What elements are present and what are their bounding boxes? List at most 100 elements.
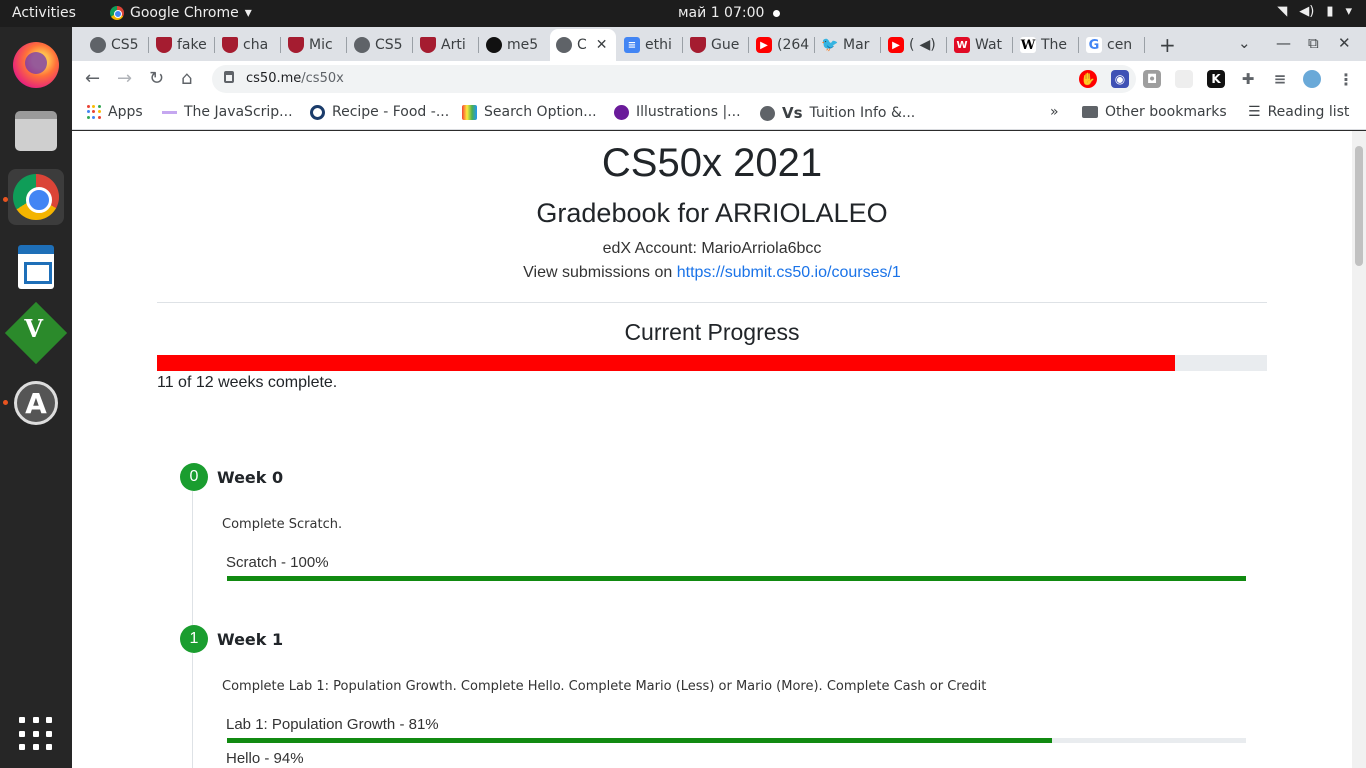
tab[interactable]: fake xyxy=(150,32,212,58)
back-button[interactable]: ← xyxy=(85,68,100,89)
close-window-button[interactable]: ✕ xyxy=(1338,34,1351,52)
bookmark-item[interactable]: Search Option... xyxy=(462,104,597,120)
item-label: Lab 1: Population Growth - 81% xyxy=(226,716,439,733)
reload-button[interactable]: ↻ xyxy=(149,68,164,89)
overall-progress-fill xyxy=(157,355,1175,371)
tab[interactable]: ≡ ethi xyxy=(618,32,680,58)
timeline-line xyxy=(192,653,193,768)
maximize-button[interactable]: ⧉ xyxy=(1308,34,1319,52)
tab[interactable]: Arti xyxy=(414,32,476,58)
youtube-icon: ▶ xyxy=(888,37,904,53)
javascript-icon xyxy=(162,104,177,120)
bookmark-item[interactable]: Vs Tuition Info &... xyxy=(760,104,915,122)
bookmark-item[interactable]: Recipe - Food -... xyxy=(310,104,449,120)
adblock-extension-icon[interactable]: ✋ xyxy=(1079,70,1097,88)
dock-writer[interactable] xyxy=(8,239,64,295)
illustrations-icon xyxy=(614,104,629,120)
harvard-shield-icon xyxy=(222,37,238,53)
progress-heading: Current Progress xyxy=(624,319,800,345)
tab[interactable]: CS5 xyxy=(348,32,410,58)
harvard-shield-icon xyxy=(288,37,304,53)
course-title: CS50x 2021 xyxy=(601,141,823,185)
dock-software-updater[interactable]: A xyxy=(8,375,64,431)
other-bookmarks-folder[interactable]: Other bookmarks xyxy=(1082,104,1227,120)
reading-list-button[interactable]: ☰ Reading list xyxy=(1248,104,1349,120)
scrollbar-thumb[interactable] xyxy=(1355,146,1363,266)
new-tab-button[interactable]: + xyxy=(1159,33,1176,57)
tab[interactable]: cha xyxy=(216,32,278,58)
page-content: CS50x 2021 Gradebook for ARRIOLALEO edX … xyxy=(72,131,1352,768)
week-badge: 1 xyxy=(180,625,208,653)
youtube-icon: ▶ xyxy=(756,37,772,53)
tab[interactable]: CS5 xyxy=(84,32,146,58)
globe-icon xyxy=(354,37,370,53)
tab[interactable]: W Wat xyxy=(948,32,1010,58)
apps-grid-icon xyxy=(87,105,101,119)
harvard-shield-icon xyxy=(156,37,172,53)
address-bar[interactable]: cs50.me/cs50x ☆ xyxy=(212,65,1136,93)
media-control-icon[interactable]: ≡ xyxy=(1271,70,1289,88)
url-text[interactable]: cs50.me/cs50x xyxy=(246,71,344,86)
wikipedia-icon: W xyxy=(1020,37,1036,53)
activities-button[interactable]: Activities xyxy=(12,5,76,21)
week-description: Complete Lab 1: Population Growth. Compl… xyxy=(222,679,987,694)
tab[interactable]: Gue xyxy=(684,32,746,58)
system-tray[interactable]: ◥ ◀) ▮ ▾ xyxy=(1277,4,1352,19)
home-button[interactable]: ⌂ xyxy=(181,68,192,89)
item-progress-fill xyxy=(227,738,1053,743)
bookmark-item[interactable]: The JavaScrip... xyxy=(162,104,293,120)
tab[interactable]: Mic xyxy=(282,32,344,58)
k-extension-icon[interactable]: K xyxy=(1207,70,1225,88)
dock: V A xyxy=(0,27,72,768)
github-icon xyxy=(486,37,502,53)
minimize-button[interactable]: — xyxy=(1276,34,1291,52)
recipe-icon xyxy=(310,104,325,120)
bookmarks-bar: Apps The JavaScrip... Recipe - Food -...… xyxy=(72,97,1366,130)
tab[interactable]: me5 xyxy=(480,32,548,58)
submissions-link[interactable]: https://submit.cs50.io/courses/1 xyxy=(677,264,901,281)
close-tab-icon[interactable]: ✕ xyxy=(596,37,608,53)
chevron-down-icon: ▾ xyxy=(244,5,252,21)
vs-icon: Vs xyxy=(782,104,803,122)
app-menu[interactable]: Google Chrome ▾ xyxy=(110,5,252,21)
bookmark-item[interactable]: Illustrations |... xyxy=(614,104,741,120)
chrome-icon xyxy=(13,174,59,220)
speaker-icon: ◀) xyxy=(919,37,936,53)
tab-active[interactable]: C ✕ xyxy=(550,29,616,61)
item-progress-bar xyxy=(227,738,1246,743)
page-scrollbar[interactable] xyxy=(1352,131,1366,768)
blank-extension-icon[interactable] xyxy=(1175,70,1193,88)
docs-icon: ≡ xyxy=(624,37,640,53)
gradebook-title: Gradebook for ARRIOLALEO xyxy=(536,198,888,228)
tab[interactable]: Gcen xyxy=(1080,32,1142,58)
tab-strip: CS5 fake cha Mic CS5 Arti me5 C ✕ ≡ ethi G… xyxy=(72,27,1366,61)
more-bookmarks-button[interactable]: » xyxy=(1050,104,1059,120)
app-name: Google Chrome xyxy=(130,5,239,21)
tab-search-icon[interactable]: ⌄ xyxy=(1238,34,1251,52)
extensions-puzzle-icon[interactable]: ✚ xyxy=(1239,70,1257,88)
item-progress-bar xyxy=(227,576,1246,581)
edx-account: edX Account: MarioArriola6bcc xyxy=(602,240,822,257)
chrome-menu-icon[interactable]: ⋮ xyxy=(1337,70,1355,89)
camera-extension-icon[interactable]: ◘ xyxy=(1143,70,1161,88)
tab[interactable]: W The xyxy=(1014,32,1076,58)
dock-firefox[interactable] xyxy=(8,37,64,93)
item-label: Scratch - 100% xyxy=(226,554,329,571)
tab[interactable]: 🐦 Mar xyxy=(816,32,878,58)
week-badge: 0 xyxy=(180,463,208,491)
dock-vim[interactable]: V xyxy=(4,301,68,365)
profile-avatar[interactable] xyxy=(1303,70,1321,88)
tab[interactable]: ▶(◀) xyxy=(882,32,944,58)
globe-icon xyxy=(760,105,775,121)
globe-icon xyxy=(90,37,106,53)
screen-recorder-extension-icon[interactable]: ◉ xyxy=(1111,70,1129,88)
clock[interactable]: май 1 07:00 xyxy=(678,5,764,21)
browser-toolbar: ← → ↻ ⌂ cs50.me/cs50x ☆ ✋ ◉ ◘ K ✚ ≡ ⋮ xyxy=(72,61,1366,97)
show-applications-button[interactable] xyxy=(8,706,64,762)
files-icon xyxy=(15,111,57,151)
tab[interactable]: ▶ (264 xyxy=(750,32,812,58)
dock-files[interactable] xyxy=(8,103,64,159)
dock-chrome[interactable] xyxy=(8,169,64,225)
bookmark-apps[interactable]: Apps xyxy=(87,104,143,120)
forward-button[interactable]: → xyxy=(117,68,132,89)
